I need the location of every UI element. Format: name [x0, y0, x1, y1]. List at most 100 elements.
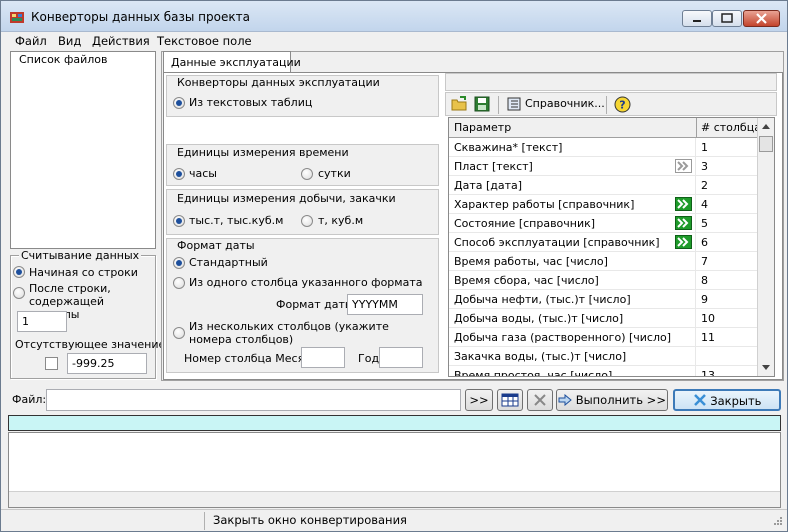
standard-date-radio[interactable] [173, 257, 185, 269]
line-number-input[interactable]: 1 [17, 311, 67, 332]
days-label: сутки [318, 167, 351, 180]
month-column-label: Номер столбца Месяц [184, 352, 312, 365]
open-folder-icon[interactable] [451, 96, 468, 112]
table-row[interactable]: Способ эксплуатации [справочник] 6 [449, 233, 757, 252]
header-divider [696, 118, 697, 137]
column-cell[interactable]: 11 [696, 328, 757, 347]
window-title: Конверторы данных базы проекта [31, 10, 250, 24]
tab-production[interactable]: Данные эксплуатации [163, 51, 301, 73]
year-column-input[interactable] [379, 347, 423, 368]
table-row[interactable]: Добыча нефти, (тыс.)т [число] 9 [449, 290, 757, 309]
menu-text-field[interactable]: Текстовое поле [157, 34, 252, 48]
param-cell: Дата [дата] [449, 176, 696, 195]
scroll-up-icon[interactable] [761, 122, 771, 130]
close-window-button[interactable] [743, 10, 780, 27]
save-icon[interactable] [474, 96, 490, 112]
column-cell[interactable]: 7 [696, 252, 757, 271]
execute-label: Выполнить >> [575, 393, 666, 407]
multi-column-radio[interactable] [173, 327, 185, 339]
single-column-label: Из одного столбца указанного формата [189, 276, 423, 289]
table-row[interactable]: Время сбора, час [число] 8 [449, 271, 757, 290]
single-column-radio[interactable] [173, 277, 185, 289]
title-bar: Конверторы данных базы проекта [1, 1, 787, 32]
table-row[interactable]: Добыча воды, (тыс.)т [число] 10 [449, 309, 757, 328]
param-label: Время простоя, час [число] [454, 369, 613, 377]
menu-view[interactable]: Вид [58, 34, 81, 48]
table-icon [501, 393, 519, 407]
scroll-down-icon[interactable] [761, 364, 771, 372]
column-cell[interactable]: 3 [696, 157, 757, 176]
days-radio[interactable] [301, 168, 313, 180]
grid-scrollbar[interactable] [757, 118, 774, 376]
browse-button[interactable]: >> [465, 389, 493, 411]
tab-production-label: Данные эксплуатации [171, 56, 301, 69]
reference-button[interactable]: Справочник... [504, 95, 605, 114]
table-row[interactable]: Время работы, час [число] 7 [449, 252, 757, 271]
log-scrollbar[interactable] [9, 491, 780, 507]
scroll-thumb[interactable] [759, 136, 773, 152]
missing-value-input[interactable]: -999.25 [67, 353, 147, 374]
table-row[interactable]: Дата [дата] 2 [449, 176, 757, 195]
minimize-icon [693, 20, 701, 22]
tons-radio[interactable] [301, 215, 313, 227]
table-row[interactable]: Пласт [текст] 3 [449, 157, 757, 176]
menu-actions[interactable]: Действия [92, 34, 150, 48]
column-cell[interactable]: 8 [696, 271, 757, 290]
column-cell[interactable]: 1 [696, 138, 757, 157]
column-cell[interactable]: 5 [696, 214, 757, 233]
thousand-tons-radio[interactable] [173, 215, 185, 227]
text-tables-radio[interactable] [173, 97, 185, 109]
multi-column-label: Из нескольких столбцов (укажите номера с… [189, 320, 389, 346]
menu-file[interactable]: Файл [15, 34, 47, 48]
header-parameter[interactable]: Параметр [454, 121, 511, 134]
column-cell[interactable]: 4 [696, 195, 757, 214]
help-icon[interactable]: ? [614, 96, 631, 113]
parameter-grid[interactable]: Параметр # столбца Скважина* [текст] 1 Пла… [448, 117, 775, 377]
param-cell: Пласт [текст] [449, 157, 696, 176]
file-list[interactable] [11, 67, 155, 248]
log-text-area[interactable] [8, 432, 781, 508]
from-line-radio[interactable] [13, 266, 25, 278]
dropdown-arrow-icon[interactable] [675, 216, 692, 230]
close-label: Закрыть [710, 394, 762, 408]
table-row[interactable]: Добыча газа (растворенного) [число] 11 [449, 328, 757, 347]
toolbar-separator-2 [606, 96, 607, 114]
header-column[interactable]: # столбца [701, 121, 761, 134]
dropdown-arrow-icon[interactable] [675, 197, 692, 211]
param-cell: Добыча газа (растворенного) [число] [449, 328, 696, 347]
table-row[interactable]: Состояние [справочник] 5 [449, 214, 757, 233]
column-cell[interactable]: 2 [696, 176, 757, 195]
table-row[interactable]: Закачка воды, (тыс.)т [число] [449, 347, 757, 366]
status-divider [204, 512, 205, 530]
execute-button[interactable]: Выполнить >> [556, 389, 668, 411]
column-cell[interactable]: 9 [696, 290, 757, 309]
missing-value-checkbox[interactable] [45, 357, 58, 370]
close-button[interactable]: Закрыть [673, 389, 781, 411]
app-icon [10, 12, 24, 23]
from-line-label: Начиная со строки [29, 266, 138, 279]
table-row[interactable]: Характер работы [справочник] 4 [449, 195, 757, 214]
param-label: Закачка воды, (тыс.)т [число] [454, 350, 627, 363]
file-label: Файл: [12, 393, 47, 406]
month-column-input[interactable] [301, 347, 345, 368]
resize-grip-icon[interactable] [771, 516, 783, 528]
clear-button[interactable] [527, 389, 553, 411]
table-button[interactable] [497, 389, 523, 411]
main-window: Конверторы данных базы проекта Файл Вид … [0, 0, 788, 532]
param-label: Способ эксплуатации [справочник] [454, 236, 660, 249]
column-cell[interactable]: 13 [696, 366, 757, 376]
column-cell[interactable]: 6 [696, 233, 757, 252]
close-x-icon [693, 394, 706, 406]
column-cell[interactable] [696, 347, 757, 366]
table-row[interactable]: Время простоя, час [число] 13 [449, 366, 757, 377]
hours-radio[interactable] [173, 168, 185, 180]
dropdown-arrow-icon[interactable] [675, 235, 692, 249]
column-cell[interactable]: 10 [696, 309, 757, 328]
maximize-button[interactable] [712, 10, 742, 27]
after-line-radio[interactable] [13, 287, 25, 299]
minimize-button[interactable] [682, 10, 712, 27]
date-format-input[interactable]: YYYYMM [347, 294, 423, 315]
table-row[interactable]: Скважина* [текст] 1 [449, 138, 757, 157]
file-path-input[interactable] [46, 389, 461, 411]
dropdown-arrow-icon[interactable] [675, 159, 692, 173]
